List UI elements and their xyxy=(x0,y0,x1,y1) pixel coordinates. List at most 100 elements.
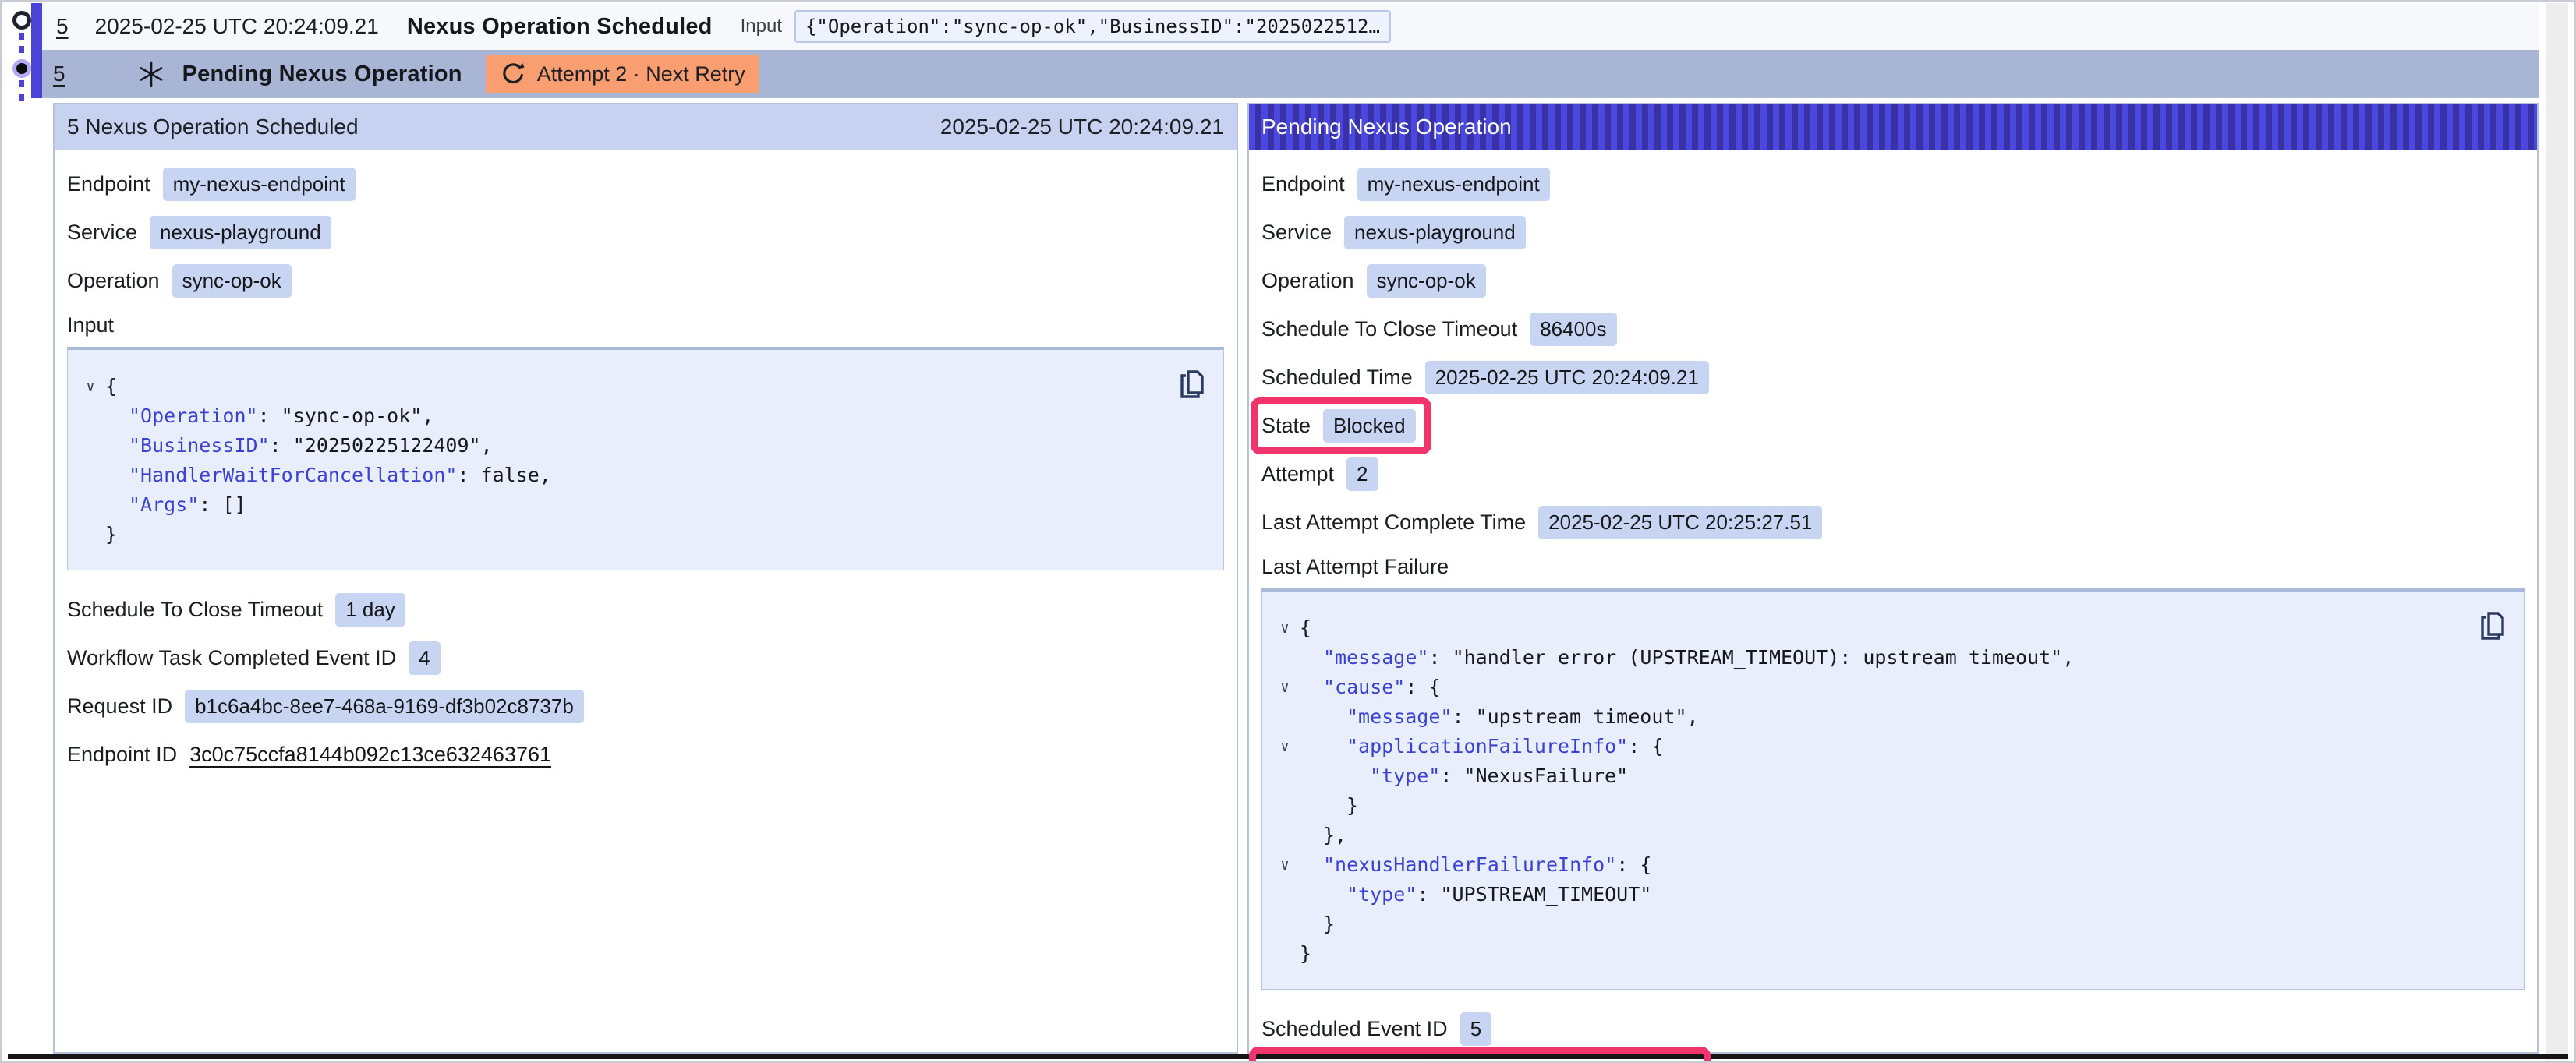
field-label: Attempt xyxy=(1261,462,1334,486)
event-input-preview[interactable]: {"Operation":"sync-op-ok","BusinessID":"… xyxy=(794,10,1391,43)
timeline-pending-dot-icon[interactable] xyxy=(12,59,31,78)
code-gutter xyxy=(1270,821,1300,850)
field-value-chip: 5 xyxy=(1460,1012,1491,1046)
pending-fields-top: Endpointmy-nexus-endpoint Service nexus-pl… xyxy=(1261,167,2525,539)
code-line: "BusinessID": "20250225122409", xyxy=(76,431,1208,461)
code-line: "message": "handler error (UPSTREAM_TIME… xyxy=(1270,643,2508,673)
field-row: Request IDb1c6a4bc-8ee7-468a-9169-df3b02… xyxy=(67,689,1224,723)
annotated-field: State Blocked xyxy=(1261,409,1416,443)
json-token: : "handler error (UPSTREAM_TIMEOUT): ups… xyxy=(1428,646,2074,669)
code-line: } xyxy=(1270,939,2508,969)
retry-icon xyxy=(500,61,526,87)
field-row: Schedule To Close Timeout 1 day xyxy=(67,592,1224,627)
event-timestamp: 2025-02-25 UTC 20:24:09.21 xyxy=(95,14,379,39)
copy-icon[interactable] xyxy=(1178,369,1206,400)
event-row-pending-nexus-operation[interactable]: 5 Pending Nexus Operation Attempt 2 · Ne… xyxy=(42,50,2539,98)
code-line: ∨{ xyxy=(1270,613,2508,643)
timeline-dashed-connector xyxy=(19,80,24,104)
field-value-chip: 4 xyxy=(409,641,440,675)
field-row: Blocked ReasonThe circuit breaker is ope… xyxy=(1261,1060,2525,1063)
json-token: } xyxy=(1323,913,1335,935)
code-gutter xyxy=(76,490,105,520)
json-token: }, xyxy=(1323,824,1346,846)
event-title: Nexus Operation Scheduled xyxy=(407,14,713,40)
field-row: Endpointmy-nexus-endpoint xyxy=(1261,167,2525,201)
field-row: Scheduled Event ID 5 xyxy=(1261,1012,2525,1046)
event-id-link[interactable]: 5 xyxy=(53,62,65,87)
scheduled-panel-title: 5 Nexus Operation Scheduled xyxy=(67,115,359,139)
code-line: }, xyxy=(1270,821,2508,850)
code-line: "Args": [] xyxy=(76,490,1208,520)
collapse-chevron-icon[interactable]: ∨ xyxy=(1270,673,1300,702)
code-line: ∨{ xyxy=(76,372,1208,401)
field-value-chip: 2025-02-25 UTC 20:25:27.51 xyxy=(1538,506,1822,539)
code-text: "cause": { xyxy=(1300,673,1441,702)
field-label: Scheduled Event ID xyxy=(1261,1017,1448,1041)
field-label: Service xyxy=(67,221,137,245)
field-value-chip: 2 xyxy=(1346,457,1378,491)
json-key: "Args" xyxy=(129,493,199,516)
code-text: "Operation": "sync-op-ok", xyxy=(105,401,433,431)
field-value-chip: 1 day xyxy=(335,593,405,627)
field-value-chip: nexus-playground xyxy=(150,216,331,249)
json-token: { xyxy=(1300,616,1311,639)
field-value-chip: The circuit breaker is open. xyxy=(1428,1061,1693,1063)
collapse-chevron-icon[interactable]: ∨ xyxy=(1270,850,1300,880)
code-gutter xyxy=(1270,909,1300,939)
code-gutter xyxy=(76,401,105,431)
code-text: "type": "UPSTREAM_TIMEOUT" xyxy=(1300,880,1651,909)
field-label: Endpoint xyxy=(67,172,150,196)
code-line: ∨ "applicationFailureInfo": { xyxy=(1270,732,2508,761)
code-text: "nexusHandlerFailureInfo": { xyxy=(1300,850,1651,880)
json-token: : { xyxy=(1628,735,1663,758)
event-id-link[interactable]: 5 xyxy=(56,14,69,39)
code-text: "message": "handler error (UPSTREAM_TIME… xyxy=(1300,643,2074,673)
field-value-chip: nexus-playground xyxy=(1344,216,1526,249)
json-key: "applicationFailureInfo" xyxy=(1346,735,1628,758)
field-row: Workflow Task Completed Event ID 4 xyxy=(67,641,1224,675)
field-label: Workflow Task Completed Event ID xyxy=(67,646,396,670)
field-label: State xyxy=(1261,414,1311,438)
json-token: : "upstream timeout", xyxy=(1452,705,1698,728)
timeline-event-circle-icon[interactable] xyxy=(12,11,31,30)
code-text: "type": "NexusFailure" xyxy=(1300,761,1628,791)
json-token: : "20250225122409", xyxy=(270,434,493,457)
vertical-scrollbar[interactable] xyxy=(2546,3,2568,1060)
code-text: "HandlerWaitForCancellation": false, xyxy=(105,461,551,490)
pending-panel-header: Pending Nexus Operation xyxy=(1249,104,2537,150)
code-line: } xyxy=(1270,791,2508,821)
copy-icon[interactable] xyxy=(2479,610,2507,641)
json-key: "type" xyxy=(1346,883,1417,906)
field-value-chip: my-nexus-endpoint xyxy=(1357,168,1550,201)
code-gutter xyxy=(76,431,105,461)
input-json-block: ∨{"Operation": "sync-op-ok","BusinessID"… xyxy=(67,347,1224,570)
failure-json-block: ∨{"message": "handler error (UPSTREAM_TI… xyxy=(1261,588,2525,990)
pending-event-title: Pending Nexus Operation xyxy=(182,62,462,87)
collapse-chevron-icon[interactable]: ∨ xyxy=(1270,613,1300,643)
code-line: ∨"cause": { xyxy=(1270,673,2508,702)
field-row: Operationsync-op-ok xyxy=(67,263,1224,298)
field-label: Service xyxy=(1261,221,1332,245)
collapse-chevron-icon[interactable]: ∨ xyxy=(1270,732,1300,761)
code-line: "type": "NexusFailure" xyxy=(1270,761,2508,791)
code-gutter xyxy=(1270,880,1300,909)
pending-asterisk-icon xyxy=(137,60,165,88)
field-row: Scheduled Time2025-02-25 UTC 20:24:09.21 xyxy=(1261,360,2525,394)
field-value-chip: Blocked xyxy=(1323,409,1416,443)
collapse-chevron-icon[interactable]: ∨ xyxy=(76,372,105,401)
field-label: Schedule To Close Timeout xyxy=(1261,317,1517,341)
attempt-retry-text: Attempt 2 · Next Retry xyxy=(537,62,745,87)
code-gutter xyxy=(1270,643,1300,673)
code-gutter xyxy=(1270,702,1300,732)
code-line: } xyxy=(76,520,1208,549)
json-token: : { xyxy=(1616,853,1651,876)
field-label: Schedule To Close Timeout xyxy=(67,598,323,622)
json-token: : "UPSTREAM_TIMEOUT" xyxy=(1417,883,1651,906)
pending-panel-title: Pending Nexus Operation xyxy=(1261,115,1512,139)
json-token: : "sync-op-ok", xyxy=(258,404,434,427)
event-row-nexus-operation-scheduled[interactable]: 5 2025-02-25 UTC 20:24:09.21 Nexus Opera… xyxy=(42,3,2539,50)
field-row: Last Attempt Complete Time2025-02-25 UTC… xyxy=(1261,505,2525,539)
field-value-link[interactable]: 3c0c75ccfa8144b092c13ce632463761 xyxy=(189,743,551,767)
json-key: "message" xyxy=(1323,646,1428,669)
field-value-chip: sync-op-ok xyxy=(1367,264,1486,298)
